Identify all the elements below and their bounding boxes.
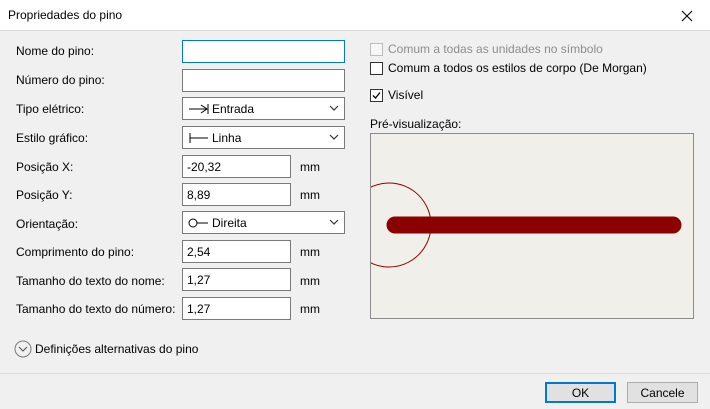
position-y-unit: mm [300, 188, 320, 202]
graphic-style-select[interactable]: Linha [182, 126, 345, 149]
position-x-label: Posição X: [16, 160, 74, 174]
name-text-size-unit: mm [300, 274, 320, 288]
close-button[interactable] [664, 0, 710, 31]
orientation-value: Direita [212, 216, 247, 230]
common-units-label: Comum a todas as unidades no símbolo [388, 42, 603, 56]
graphic-style-value: Linha [212, 131, 242, 145]
position-y-label: Posição Y: [16, 188, 73, 202]
common-styles-label: Comum a todos os estilos de corpo (De Mo… [388, 61, 647, 75]
expand-chevron-icon [14, 340, 32, 358]
pin-number-label: Número do pino: [16, 73, 105, 87]
ok-button[interactable]: OK [545, 382, 616, 403]
name-text-size-label: Tamanho do texto do nome: [16, 274, 165, 288]
chevron-down-icon [329, 134, 339, 140]
alternate-definitions-toggle[interactable]: Definições alternativas do pino [14, 340, 198, 358]
preview-label: Pré-visualização: [370, 117, 462, 131]
electrical-type-select[interactable]: Entrada [182, 97, 345, 120]
number-text-size-unit: mm [300, 302, 320, 316]
visible-checkbox[interactable] [370, 88, 383, 102]
chevron-down-icon [329, 105, 339, 111]
cancel-button[interactable]: Cancele [627, 382, 698, 403]
visible-checkbox-row[interactable]: Visível [370, 87, 423, 103]
preview-canvas [370, 133, 694, 319]
common-units-checkbox-row[interactable]: Comum a todas as unidades no símbolo [370, 41, 603, 57]
electrical-type-value: Entrada [212, 102, 255, 116]
position-x-input[interactable]: -20,32 [182, 155, 291, 178]
visible-label: Visível [388, 88, 424, 102]
alternate-definitions-label: Definições alternativas do pino [35, 342, 199, 356]
electrical-type-label: Tipo elétrico: [16, 102, 85, 116]
name-text-size-input[interactable]: 1,27 [182, 268, 291, 291]
common-styles-checkbox[interactable] [370, 61, 383, 75]
number-text-size-input[interactable]: 1,27 [182, 297, 291, 320]
pin-name-input[interactable] [182, 40, 345, 63]
orientation-label: Orientação: [16, 217, 79, 231]
chevron-down-icon [329, 219, 339, 225]
orientation-select[interactable]: Direita [182, 211, 345, 234]
input-pin-icon [189, 104, 209, 114]
pin-number-input[interactable] [182, 69, 345, 92]
window-title: Propriedades do pino [8, 8, 123, 22]
number-text-size-label: Tamanho do texto do número: [16, 302, 176, 316]
orientation-right-icon [188, 218, 208, 228]
line-style-icon [189, 133, 208, 143]
checkmark-icon [372, 91, 381, 99]
title-bar: Propriedades do pino [0, 0, 710, 31]
graphic-style-label: Estilo gráfico: [16, 131, 89, 145]
position-y-input[interactable]: 8,89 [182, 183, 291, 206]
pin-preview-graphic [371, 182, 682, 268]
pin-name-label: Nome do pino: [16, 44, 95, 58]
common-units-checkbox[interactable] [370, 42, 383, 56]
pin-length-label: Comprimento do pino: [16, 245, 135, 259]
pin-length-input[interactable]: 2,54 [182, 240, 291, 263]
common-styles-checkbox-row[interactable]: Comum a todos os estilos de corpo (De Mo… [370, 60, 647, 76]
position-x-unit: mm [300, 160, 320, 174]
pin-length-unit: mm [300, 245, 320, 259]
close-icon [681, 10, 693, 21]
